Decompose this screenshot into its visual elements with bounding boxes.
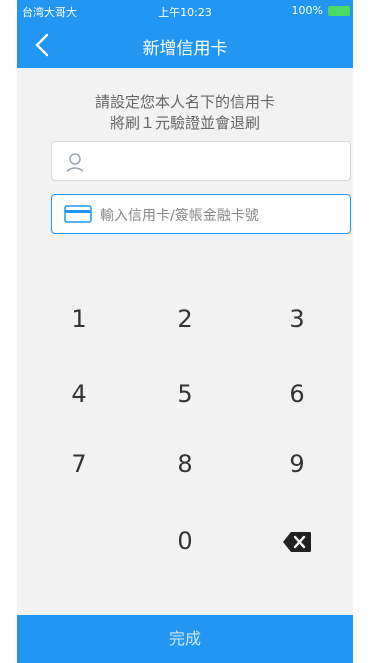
instruction-text: 請設定您本人名下的信用卡 將刷１元驗證並會退刷 [17,92,353,134]
key-2[interactable]: 2 [135,291,235,347]
page-title: 新增信用卡 [142,39,228,59]
key-1[interactable]: 1 [29,291,129,347]
key-7[interactable]: 7 [29,436,129,492]
credit-card-icon [64,205,92,223]
key-5[interactable]: 5 [135,366,235,422]
instruction-line-2: 將刷１元驗證並會退刷 [109,114,260,132]
nav-bar: 新增信用卡 [17,22,353,68]
key-3[interactable]: 3 [247,291,347,347]
backspace-icon [283,532,311,552]
card-number-input[interactable]: 輸入信用卡/簽帳金融卡號 [51,194,351,234]
key-4[interactable]: 4 [29,366,129,422]
key-9[interactable]: 9 [247,436,347,492]
key-0[interactable]: 0 [135,513,235,569]
app-screen: 台湾大哥大 上午10:23 100% 新增信用卡 請設定您本人名下的信用卡 將刷… [17,0,353,663]
user-icon [66,153,84,172]
status-bar: 台湾大哥大 上午10:23 100% [17,0,353,22]
backspace-key[interactable] [247,513,347,569]
key-8[interactable]: 8 [135,436,235,492]
key-6[interactable]: 6 [247,366,347,422]
name-field[interactable] [51,141,351,181]
instruction-line-1: 請設定您本人名下的信用卡 [94,93,275,111]
card-number-placeholder: 輸入信用卡/簽帳金融卡號 [100,208,259,224]
done-button[interactable]: 完成 [17,615,353,663]
battery-icon [328,6,350,16]
battery-percent: 100% [291,4,323,17]
